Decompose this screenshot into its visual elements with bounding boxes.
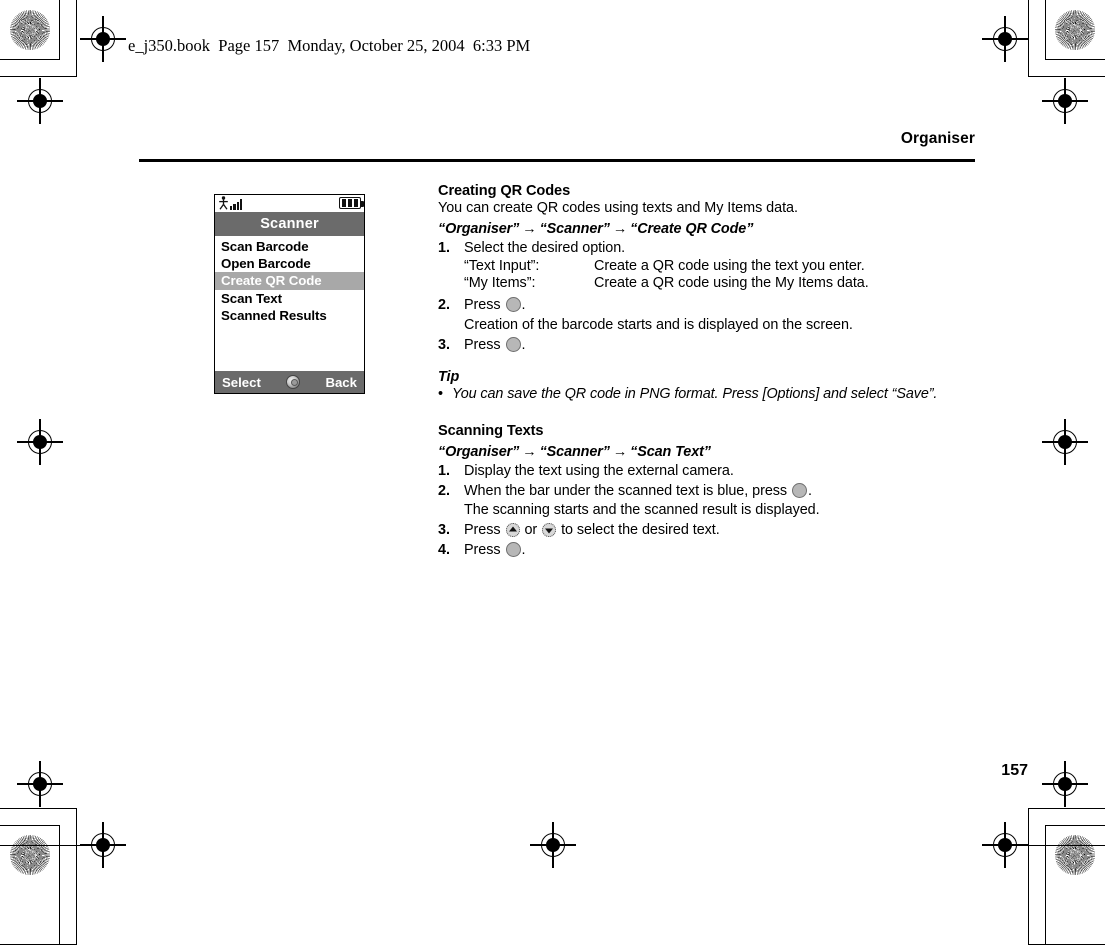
- step-text-tail: .: [521, 297, 526, 313]
- phone-title-bar: Scanner: [215, 212, 364, 236]
- phone-screen-mockup: Scanner Scan Barcode Open Barcode Create…: [214, 194, 365, 394]
- step-text: Display the text using the external came…: [464, 463, 734, 479]
- step-note: Creation of the barcode starts and is di…: [464, 317, 853, 333]
- step-item: 2. When the bar under the scanned text i…: [438, 483, 978, 499]
- phone-status-bar: [215, 195, 364, 212]
- step-number: 1.: [438, 240, 450, 256]
- step-number: 4.: [438, 542, 450, 558]
- signal-bars-icon: [230, 199, 243, 210]
- step-number: 2.: [438, 297, 450, 313]
- step-item: 2. Press .: [438, 297, 978, 313]
- manual-page: e_j350.book Page 157 Monday, October 25,…: [0, 0, 1105, 885]
- softkey-left-select[interactable]: Select: [222, 375, 261, 390]
- step-text: When the bar under the scanned text is b…: [464, 483, 788, 499]
- definition-row: “Text Input”: Create a QR code using the…: [464, 258, 978, 274]
- step-text-tail: .: [808, 483, 812, 499]
- nav-path-step-2: “Scanner”: [539, 444, 610, 460]
- tip-text: You can save the QR code in PNG format. …: [452, 386, 938, 402]
- steps-creating-qr-codes: 1. Select the desired option.: [438, 240, 978, 256]
- softkey-right-back[interactable]: Back: [325, 375, 357, 390]
- tip-heading: Tip: [438, 369, 460, 385]
- battery-full-icon: [339, 197, 364, 209]
- step-note: The scanning starts and the scanned resu…: [464, 502, 820, 518]
- center-key-round-icon: [505, 297, 521, 312]
- step-text-tail: to select the desired text.: [561, 522, 720, 538]
- phone-menu-item-scan-barcode[interactable]: Scan Barcode: [215, 238, 364, 255]
- step-number: 2.: [438, 483, 450, 499]
- definition-term: “My Items”:: [464, 275, 536, 291]
- arrow-separator-icon: →: [612, 221, 628, 237]
- step-text: Press: [464, 337, 501, 353]
- step-text: Select the desired option.: [464, 240, 626, 256]
- step-item: 3. Press or to select the desired text.: [438, 522, 978, 538]
- page-number: 157: [1001, 762, 1028, 779]
- step-text-tail: .: [521, 542, 526, 558]
- definition-row: “My Items”: Create a QR code using the M…: [464, 275, 978, 291]
- antenna-icon: [219, 196, 228, 210]
- down-arrow-key-icon: [542, 523, 557, 537]
- step-text-tail: .: [521, 337, 526, 353]
- bullet-icon: •: [438, 386, 443, 402]
- center-key-icon[interactable]: [286, 375, 301, 389]
- center-key-round-icon: [505, 337, 521, 352]
- step-text: Press: [464, 297, 501, 313]
- step-item: 1. Display the text using the external c…: [438, 463, 978, 479]
- steps-creating-qr-codes-cont: 2. Press .: [438, 297, 978, 313]
- nav-path-step-3: “Scan Text”: [630, 444, 711, 460]
- step-text: Press: [464, 522, 501, 538]
- step-item: 1. Select the desired option.: [438, 240, 978, 256]
- nav-path-step-3: “Create QR Code”: [630, 221, 754, 237]
- steps-scanning-texts-cont: 3. Press or to select the desired text. …: [438, 522, 978, 558]
- section-heading-scanning-texts: Scanning Texts: [438, 423, 544, 439]
- steps-scanning-texts: 1. Display the text using the external c…: [438, 463, 978, 499]
- phone-menu-item-create-qr-code[interactable]: Create QR Code: [215, 272, 364, 290]
- steps-creating-qr-codes-cont2: 3. Press .: [438, 337, 978, 353]
- nav-path-scan-text: “Organiser” → “Scanner” → “Scan Text”: [438, 444, 978, 460]
- phone-menu-item-scan-text[interactable]: Scan Text: [215, 290, 364, 307]
- step-number: 1.: [438, 463, 450, 479]
- nav-path-step-2: “Scanner”: [539, 221, 610, 237]
- nav-path-create-qr-code: “Organiser” → “Scanner” → “Create QR Code”: [438, 221, 978, 237]
- nav-path-step-1: “Organiser”: [438, 221, 520, 237]
- arrow-separator-icon: →: [612, 444, 628, 460]
- step-item: 3. Press .: [438, 337, 978, 353]
- header-rule: [139, 159, 975, 162]
- nav-path-step-1: “Organiser”: [438, 444, 520, 460]
- definition-description: Create a QR code using the text you ente…: [594, 258, 865, 274]
- definition-term: “Text Input”:: [464, 258, 540, 274]
- center-key-round-icon: [505, 542, 521, 557]
- section-intro-creating-qr-codes: You can create QR codes using texts and …: [438, 200, 798, 216]
- step-conjunction: or: [524, 522, 538, 538]
- instruction-body: Creating QR Codes You can create QR code…: [438, 183, 978, 560]
- phone-menu-list: Scan Barcode Open Barcode Create QR Code…: [215, 236, 364, 324]
- step-number: 3.: [438, 522, 450, 538]
- arrow-separator-icon: →: [522, 221, 537, 237]
- file-stamp: e_j350.book Page 157 Monday, October 25,…: [128, 36, 531, 55]
- center-key-round-icon: [792, 483, 808, 498]
- section-heading-creating-qr-codes: Creating QR Codes: [438, 183, 571, 199]
- arrow-separator-icon: →: [522, 444, 537, 460]
- antenna-signal-icon: [218, 196, 243, 210]
- running-header: Organiser: [900, 130, 975, 147]
- phone-softkey-bar: Select Back: [215, 371, 364, 393]
- step-text: Press: [464, 542, 501, 558]
- step-item: 4. Press .: [438, 542, 978, 558]
- definition-description: Create a QR code using the My Items data…: [594, 275, 869, 291]
- phone-menu-item-open-barcode[interactable]: Open Barcode: [215, 255, 364, 272]
- up-arrow-key-icon: [505, 523, 520, 537]
- phone-menu-item-scanned-results[interactable]: Scanned Results: [215, 307, 364, 324]
- option-definition-list: “Text Input”: Create a QR code using the…: [438, 258, 978, 291]
- tip-bullet-item: • You can save the QR code in PNG format…: [438, 386, 978, 402]
- step-number: 3.: [438, 337, 450, 353]
